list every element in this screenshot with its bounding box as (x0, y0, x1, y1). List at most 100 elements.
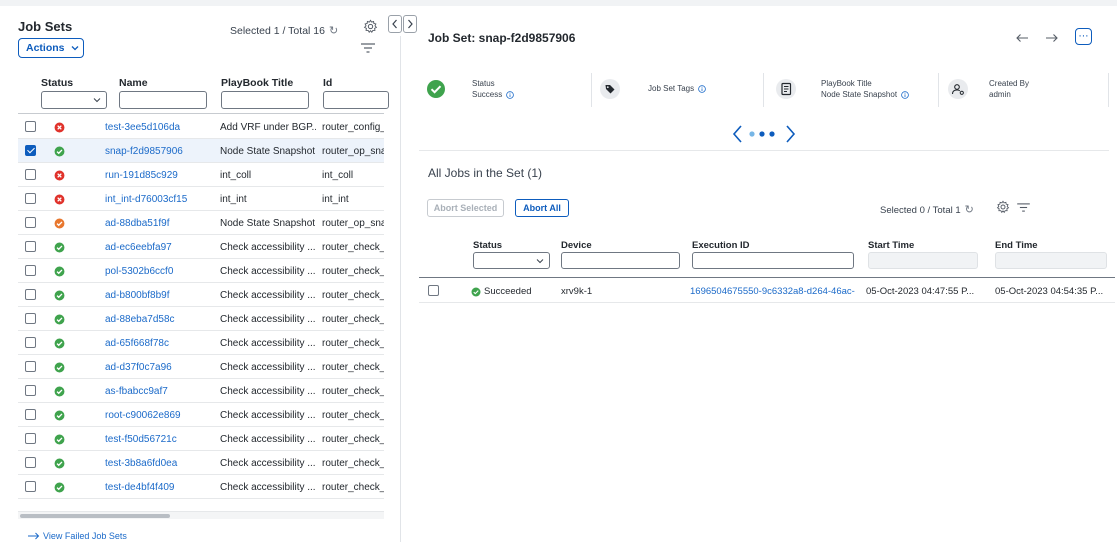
job-set-name-link[interactable]: run-191d85c929 (105, 170, 178, 181)
job-execution-id-link[interactable]: 1696504675550-9c6332a8-d264-46ac- (690, 286, 864, 297)
row-checkbox[interactable] (25, 409, 36, 420)
more-options-button[interactable]: ⋯ (1075, 28, 1092, 45)
table-row[interactable]: ad-88eba7d58c Check accessibility ... rout… (18, 307, 384, 331)
refresh-icon[interactable]: ↻ (965, 203, 974, 216)
table-row[interactable]: Succeeded xrv9k-1 1696504675550-9c6332a8… (419, 279, 1115, 303)
table-row[interactable]: run-191d85c929 int_coll int_coll (18, 163, 384, 187)
collapse-left-button[interactable] (388, 15, 402, 33)
row-checkbox[interactable] (25, 193, 36, 204)
row-checkbox[interactable] (25, 481, 36, 492)
column-header-name[interactable]: Name (119, 77, 148, 89)
filter-icon[interactable] (1017, 203, 1030, 212)
job-set-name-link[interactable]: int_int-d76003cf15 (105, 194, 187, 205)
row-checkbox[interactable] (25, 457, 36, 468)
column-header-end-time[interactable]: End Time (995, 240, 1038, 251)
row-checkbox[interactable] (25, 289, 36, 300)
job-set-name-link[interactable]: pol-5302b6ccf0 (105, 266, 173, 277)
arrow-left-icon[interactable] (1015, 33, 1029, 43)
job-set-name-link[interactable]: test-3ee5d106da (105, 122, 180, 133)
table-row[interactable]: ad-88dba51f9f Node State Snapshot router_o… (18, 211, 384, 235)
column-header-start-time[interactable]: Start Time (868, 240, 914, 251)
table-row[interactable]: pol-5302b6ccf0 Check accessibility ... rou… (18, 259, 384, 283)
row-checkbox[interactable] (25, 169, 36, 180)
job-set-name-link[interactable]: test-de4bf4f409 (105, 482, 175, 493)
name-filter-input[interactable] (119, 91, 207, 109)
job-set-name-link[interactable]: ad-88eba7d58c (105, 314, 175, 325)
horizontal-scrollbar[interactable] (18, 511, 384, 519)
job-set-name-link[interactable]: ad-b800bf8b9f (105, 290, 170, 301)
device-filter-input[interactable] (561, 252, 680, 269)
check-circle-icon (54, 434, 65, 445)
row-checkbox[interactable] (25, 385, 36, 396)
column-header-playbook-title[interactable]: PlayBook Title (221, 77, 293, 89)
arrow-right-icon[interactable] (1045, 33, 1059, 43)
table-row[interactable]: test-3ee5d106da Add VRF under BGP... route… (18, 115, 384, 139)
table-row[interactable]: ad-65f668f78c Check accessibility ... rout… (18, 331, 384, 355)
job-set-name-link[interactable]: test-f50d56721c (105, 434, 177, 445)
job-set-name-link[interactable]: ad-88dba51f9f (105, 218, 170, 229)
row-checkbox[interactable] (25, 337, 36, 348)
row-checkbox[interactable] (25, 121, 36, 132)
info-icon[interactable] (901, 90, 909, 99)
summary-carousel-pager[interactable] (731, 122, 797, 146)
column-header-status[interactable]: Status (41, 77, 73, 89)
check-circle-icon (54, 266, 65, 277)
view-failed-job-sets-link[interactable]: View Failed Job Sets (28, 531, 127, 541)
status-filter-select[interactable] (41, 91, 107, 109)
column-header-id[interactable]: Id (323, 77, 332, 89)
job-set-name-link[interactable]: snap-f2d9857906 (105, 146, 183, 157)
table-row[interactable]: root-c90062e869 Check accessibility ... ro… (18, 403, 384, 427)
row-checkbox[interactable] (25, 145, 36, 156)
row-checkbox[interactable] (25, 433, 36, 444)
row-checkbox[interactable] (25, 313, 36, 324)
table-row[interactable]: ad-ec6eebfa97 Check accessibility ... rout… (18, 235, 384, 259)
created-by-value: admin (989, 90, 1011, 99)
job-set-name-link[interactable]: ad-d37f0c7a96 (105, 362, 172, 373)
column-header-execution-id[interactable]: Execution ID (692, 240, 750, 251)
gear-icon[interactable] (363, 19, 378, 34)
id-filter-input[interactable] (323, 91, 389, 109)
execution-id-filter-input[interactable] (692, 252, 854, 269)
row-checkbox[interactable] (25, 241, 36, 252)
table-row[interactable]: test-f50d56721c Check accessibility ... ro… (18, 427, 384, 451)
filter-icon[interactable] (361, 43, 375, 53)
info-icon[interactable] (698, 84, 706, 93)
table-row[interactable]: ad-d37f0c7a96 Check accessibility ... rout… (18, 355, 384, 379)
job-set-name-link[interactable]: as-fbabcc9af7 (105, 386, 168, 397)
table-row[interactable]: test-3b8a6fd0ea Check accessibility ... ro… (18, 451, 384, 475)
abort-selected-button[interactable]: Abort Selected (427, 199, 504, 217)
scrollbar-thumb[interactable] (20, 514, 170, 518)
row-checkbox[interactable] (428, 285, 439, 296)
table-row[interactable]: snap-f2d9857906 Node State Snapshot router… (18, 139, 384, 163)
summary-created-by: Created By admin (942, 70, 1112, 110)
playbook-title-filter-input[interactable] (221, 91, 309, 109)
column-header-device[interactable]: Device (561, 240, 592, 251)
jobs-selection-status: Selected 0 / Total 1 ↻ (880, 203, 974, 216)
job-status-filter-select[interactable] (473, 252, 550, 269)
table-row[interactable]: test-de4bf4f409 Check accessibility ... ro… (18, 475, 384, 499)
id-cell: router_check_a (322, 290, 384, 301)
row-checkbox[interactable] (25, 265, 36, 276)
job-sets-selection-status: Selected 1 / Total 16 ↻ (230, 24, 338, 37)
table-row[interactable]: int_int-d76003cf15 int_int int_int (18, 187, 384, 211)
expand-right-button[interactable] (403, 15, 417, 33)
playbook-title-cell: Add VRF under BGP... (220, 122, 316, 133)
job-set-name-link[interactable]: ad-ec6eebfa97 (105, 242, 172, 253)
gear-icon[interactable] (996, 200, 1010, 214)
row-checkbox[interactable] (25, 217, 36, 228)
actions-dropdown-button[interactable]: Actions (18, 38, 84, 58)
row-checkbox[interactable] (25, 361, 36, 372)
id-cell: router_check_a (322, 362, 384, 373)
table-row[interactable]: ad-b800bf8b9f Check accessibility ... rout… (18, 283, 384, 307)
job-set-name-link[interactable]: test-3b8a6fd0ea (105, 458, 177, 469)
id-cell: router_check_a (322, 482, 384, 493)
job-set-name-link[interactable]: ad-65f668f78c (105, 338, 169, 349)
abort-all-button[interactable]: Abort All (515, 199, 569, 217)
job-end-time-cell: 05-Oct-2023 04:54:35 P... (995, 286, 1104, 297)
refresh-icon[interactable]: ↻ (329, 24, 338, 37)
table-row[interactable]: as-fbabcc9af7 Check accessibility ... rout… (18, 379, 384, 403)
playbook-title-cell: Check accessibility ... (220, 386, 316, 397)
job-set-name-link[interactable]: root-c90062e869 (105, 410, 181, 421)
column-header-status[interactable]: Status (473, 240, 502, 251)
info-icon[interactable] (506, 90, 515, 99)
